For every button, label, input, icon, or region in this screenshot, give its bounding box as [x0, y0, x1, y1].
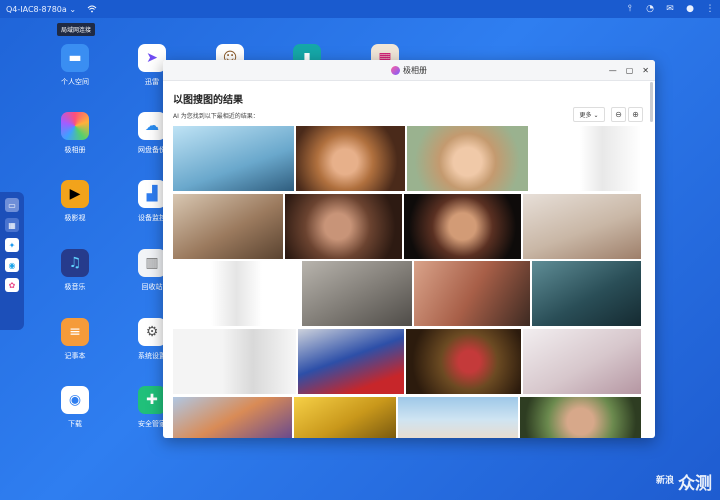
window-titlebar[interactable]: 极相册 — ▢ ✕	[163, 60, 655, 81]
pinned-icon[interactable]: ⫯	[624, 4, 636, 14]
app-personal-space[interactable]: ▬ 个人空间	[45, 44, 105, 87]
result-image[interactable]	[173, 261, 300, 326]
dashboard-icon[interactable]: ◔	[644, 4, 656, 14]
app-video[interactable]: ▶ 极影视	[45, 180, 105, 223]
results-subtitle: AI 为您找到以下最相近的结果：	[173, 113, 259, 120]
result-image[interactable]	[173, 397, 292, 438]
settings-icon: ⚙	[138, 318, 166, 346]
app-download[interactable]: ◉ 下载	[45, 386, 105, 429]
window-title: 极相册	[403, 65, 427, 75]
minimize-icon[interactable]: —	[609, 66, 617, 75]
result-image[interactable]	[520, 397, 641, 438]
app-music[interactable]: ♫ 极音乐	[45, 249, 105, 292]
watermark-brand: 众测	[678, 474, 712, 494]
notes-icon: ≡	[61, 318, 89, 346]
zoom-out-button[interactable]: ⊖	[611, 107, 626, 122]
result-image[interactable]	[407, 126, 528, 191]
watermark-small: 新浪	[656, 476, 675, 486]
thunder-icon: ➤	[138, 44, 166, 72]
video-icon: ▶	[61, 180, 89, 208]
photos-window: 极相册 — ▢ ✕ 以图搜图的结果 AI 为您找到以下最相近的结果： 更多 ⌄ …	[163, 60, 655, 438]
result-image[interactable]	[523, 329, 641, 394]
page-title: 以图搜图的结果	[173, 95, 243, 106]
drive-icon[interactable]: ▭	[5, 198, 19, 212]
result-image[interactable]	[530, 126, 641, 191]
maximize-icon[interactable]: ▢	[626, 66, 634, 75]
result-image[interactable]	[523, 194, 641, 259]
result-image[interactable]	[294, 397, 396, 438]
app-notes[interactable]: ≡ 记事本	[45, 318, 105, 361]
result-image[interactable]	[296, 126, 405, 191]
zoom-in-button[interactable]: ⊕	[628, 107, 643, 122]
result-image[interactable]	[173, 329, 296, 394]
download-icon: ◉	[61, 386, 89, 414]
result-image[interactable]	[532, 261, 641, 326]
mail-icon[interactable]: ✉	[664, 4, 676, 14]
tooltip: 局域网连接	[57, 23, 96, 36]
result-image[interactable]	[404, 194, 521, 259]
trash-icon: ▥	[138, 249, 166, 277]
watermark: 新浪 众测	[656, 469, 712, 494]
device-name[interactable]: Q4-IAC8-8780a ⌄	[6, 5, 76, 14]
result-image[interactable]	[302, 261, 412, 326]
monitor-icon: ▟	[138, 180, 166, 208]
flower-app-icon[interactable]: ✿	[5, 278, 19, 292]
bird-icon[interactable]: ✦	[5, 238, 19, 252]
app-logo-icon	[391, 65, 400, 75]
more-icon[interactable]: ⋮	[704, 4, 716, 14]
security-icon: ✚	[138, 386, 166, 414]
wifi-icon[interactable]	[86, 4, 98, 14]
grid-icon[interactable]: ▦	[5, 218, 19, 232]
cloud-backup-icon: ☁	[138, 112, 166, 140]
top-bar: Q4-IAC8-8780a ⌄ ⫯ ◔ ✉ ● ⋮	[0, 0, 720, 18]
scrollbar[interactable]	[650, 82, 653, 122]
side-dock: ▭ ▦ ✦ ◉ ✿	[0, 192, 24, 330]
photos-icon	[61, 112, 89, 140]
folder-icon: ▬	[61, 44, 89, 72]
result-image[interactable]	[173, 194, 283, 259]
close-icon[interactable]: ✕	[642, 66, 649, 75]
result-image[interactable]	[285, 194, 402, 259]
user-icon[interactable]: ●	[684, 4, 696, 14]
result-image[interactable]	[173, 126, 294, 191]
more-dropdown[interactable]: 更多 ⌄	[573, 107, 605, 122]
result-image[interactable]	[398, 397, 518, 438]
result-image[interactable]	[406, 329, 521, 394]
result-image[interactable]	[298, 329, 404, 394]
result-image[interactable]	[414, 261, 530, 326]
circle-app-icon[interactable]: ◉	[5, 258, 19, 272]
app-photos[interactable]: 极相册	[45, 112, 105, 155]
music-icon: ♫	[61, 249, 89, 277]
